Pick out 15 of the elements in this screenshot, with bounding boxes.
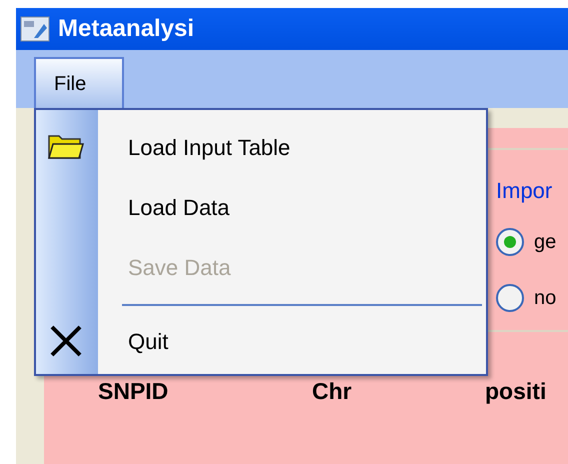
radio-label: no — [534, 288, 556, 308]
menu-tab[interactable]: File — [34, 57, 124, 108]
close-icon — [49, 324, 83, 358]
radio-button[interactable] — [496, 284, 524, 312]
group-label: Impor — [496, 180, 554, 202]
column-header: Chr — [312, 380, 353, 403]
menu-item[interactable]: Load Input Table — [98, 137, 290, 159]
column-header: SNPID — [98, 380, 170, 403]
column-header: positi — [485, 380, 548, 403]
menu-item[interactable]: Load Data — [98, 197, 230, 219]
menu-item[interactable]: Quit — [98, 331, 168, 353]
radio-label: ge — [534, 232, 556, 252]
radio-button[interactable] — [496, 228, 524, 256]
window-title: Metaanalysi — [58, 17, 194, 41]
app-icon — [20, 16, 50, 42]
